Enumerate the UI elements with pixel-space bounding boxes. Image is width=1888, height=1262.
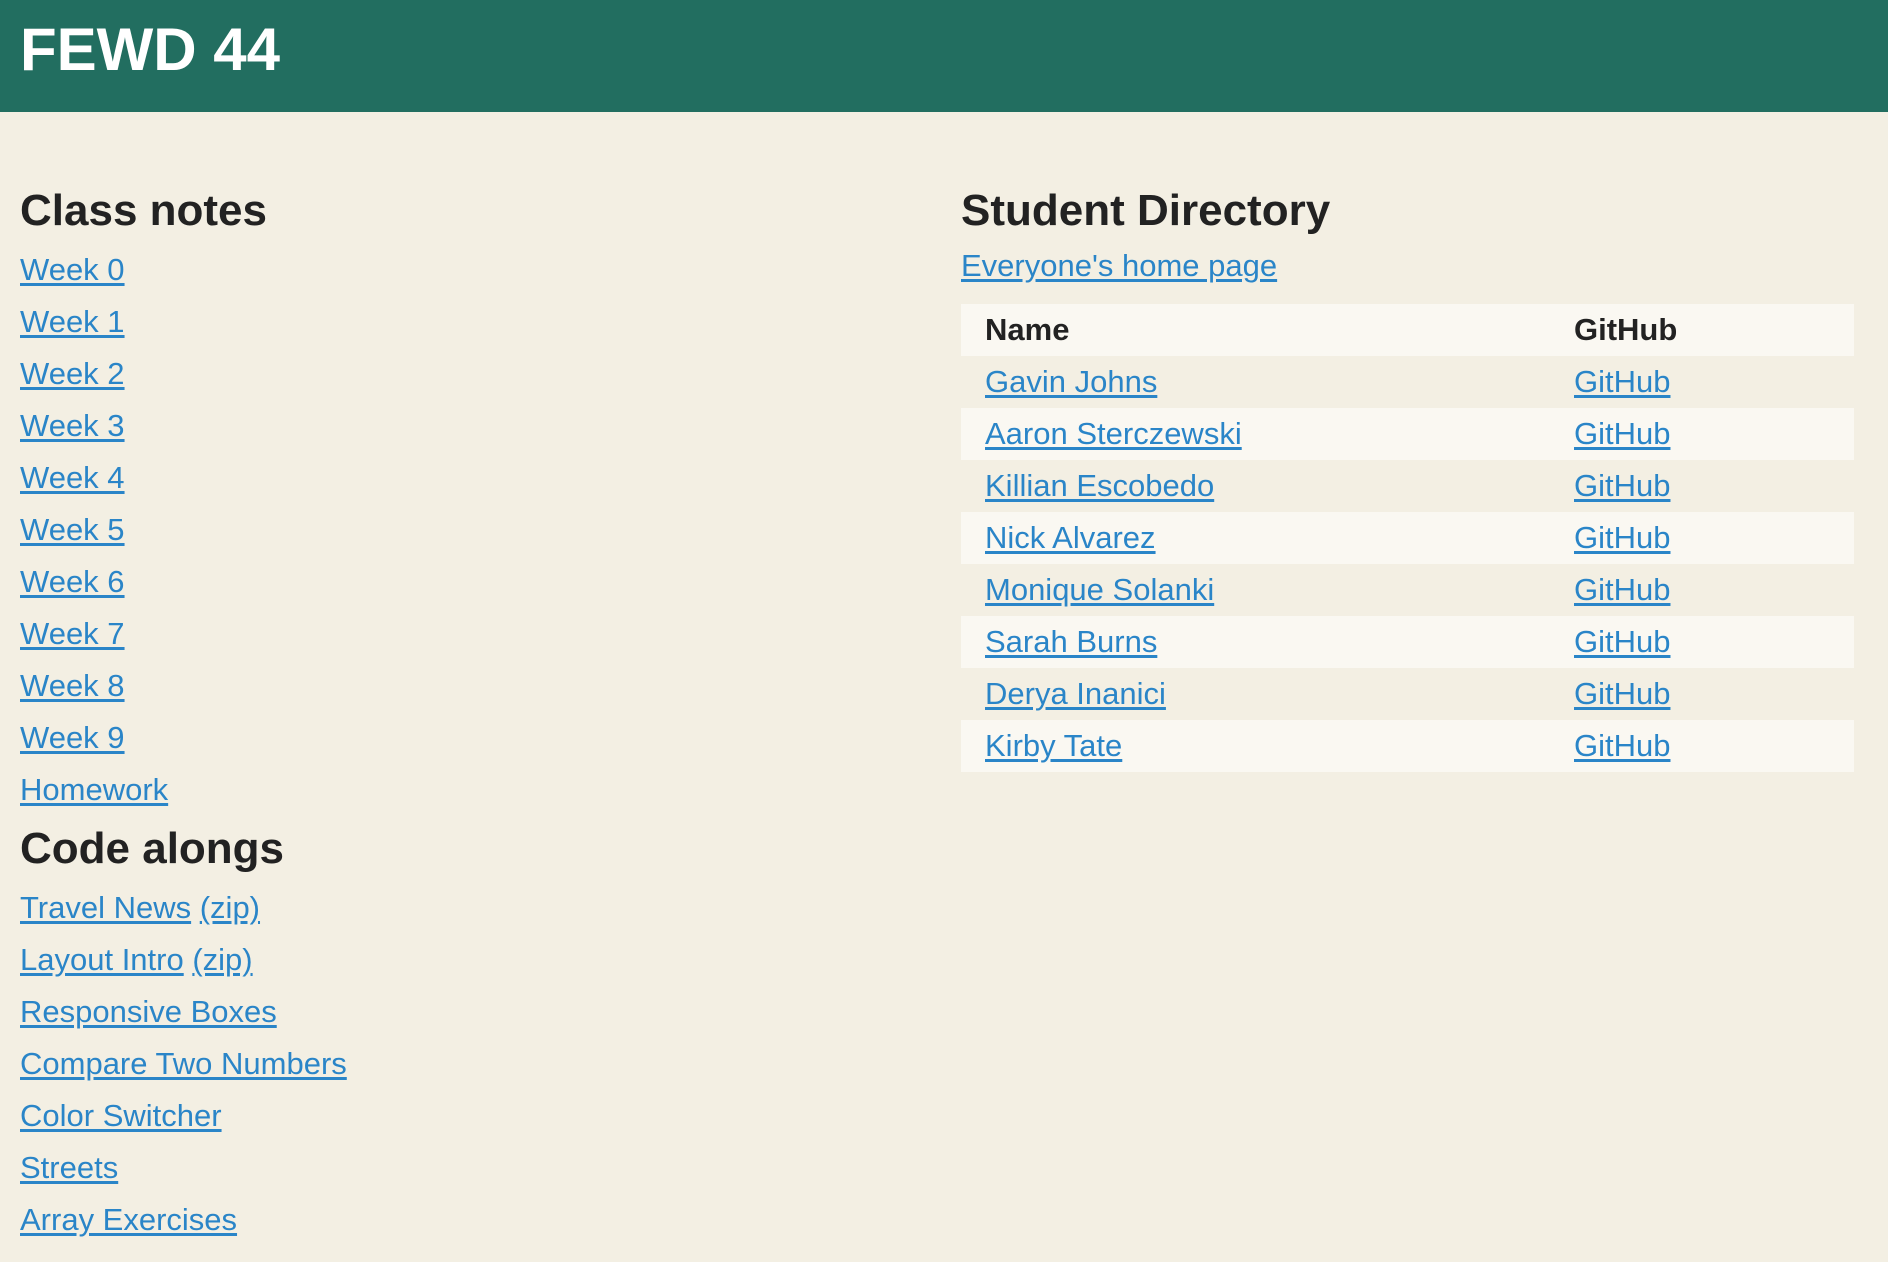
week-9-link[interactable]: Week 9 [20, 720, 125, 755]
student-name-cell: Monique Solanki [961, 564, 1550, 616]
student-name-link[interactable]: Aaron Sterczewski [985, 416, 1242, 451]
student-name-link[interactable]: Sarah Burns [985, 624, 1157, 659]
list-item: Week 7 [20, 608, 920, 660]
github-link[interactable]: GitHub [1574, 572, 1670, 607]
student-name-cell: Gavin Johns [961, 356, 1550, 408]
student-name-cell: Kirby Tate [961, 720, 1550, 772]
table-row: Monique Solanki GitHub [961, 564, 1854, 616]
color-switcher-link[interactable]: Color Switcher [20, 1098, 222, 1133]
list-item: Compare Two Numbers [20, 1038, 920, 1090]
column-header-github: GitHub [1550, 304, 1854, 356]
list-item: Week 0 [20, 244, 920, 296]
streets-link[interactable]: Streets [20, 1150, 118, 1185]
student-name-cell: Aaron Sterczewski [961, 408, 1550, 460]
student-name-link[interactable]: Monique Solanki [985, 572, 1214, 607]
code-alongs-heading: Code alongs [20, 824, 285, 873]
student-name-link[interactable]: Derya Inanici [985, 676, 1166, 711]
travel-news-link[interactable]: Travel News [20, 890, 191, 925]
list-item: Streets [20, 1142, 920, 1194]
table-row: Derya Inanici GitHub [961, 668, 1854, 720]
student-name-cell: Sarah Burns [961, 616, 1550, 668]
github-cell: GitHub [1550, 408, 1854, 460]
github-cell: GitHub [1550, 356, 1854, 408]
list-item: Color Switcher [20, 1090, 920, 1142]
table-row: Gavin Johns GitHub [961, 356, 1854, 408]
week-3-link[interactable]: Week 3 [20, 408, 125, 443]
list-item: Week 1 [20, 296, 920, 348]
list-item: Week 2 [20, 348, 920, 400]
github-link[interactable]: GitHub [1574, 468, 1670, 503]
array-exercises-link[interactable]: Array Exercises [20, 1202, 237, 1237]
github-cell: GitHub [1550, 720, 1854, 772]
list-item: Array Exercises [20, 1194, 920, 1246]
github-link[interactable]: GitHub [1574, 416, 1670, 451]
student-name-cell: Killian Escobedo [961, 460, 1550, 512]
everyone-home-page-link[interactable]: Everyone's home page [961, 244, 1856, 288]
left-column: Class notes Week 0 Week 1 Week 2 Week 3 … [20, 178, 920, 1246]
table-row: Sarah Burns GitHub [961, 616, 1854, 668]
student-name-link[interactable]: Kirby Tate [985, 728, 1122, 763]
github-link[interactable]: GitHub [1574, 676, 1670, 711]
github-cell: GitHub [1550, 616, 1854, 668]
student-name-cell: Nick Alvarez [961, 512, 1550, 564]
table-row: Killian Escobedo GitHub [961, 460, 1854, 512]
github-link[interactable]: GitHub [1574, 624, 1670, 659]
column-header-name: Name [961, 304, 1550, 356]
class-notes-list: Week 0 Week 1 Week 2 Week 3 Week 4 Week … [20, 244, 920, 816]
github-cell: GitHub [1550, 460, 1854, 512]
list-item: Layout Intro (zip) [20, 934, 920, 986]
list-item: Travel News (zip) [20, 882, 920, 934]
week-0-link[interactable]: Week 0 [20, 252, 125, 287]
week-8-link[interactable]: Week 8 [20, 668, 125, 703]
github-cell: GitHub [1550, 564, 1854, 616]
student-directory-table: Name GitHub Gavin Johns GitHub Aaron Ste… [961, 304, 1854, 772]
list-item: Week 6 [20, 556, 920, 608]
student-name-link[interactable]: Nick Alvarez [985, 520, 1156, 555]
code-alongs-list: Travel News (zip) Layout Intro (zip) Res… [20, 882, 920, 1246]
github-link[interactable]: GitHub [1574, 520, 1670, 555]
site-title: FEWD 44 [20, 16, 281, 83]
week-6-link[interactable]: Week 6 [20, 564, 125, 599]
week-2-link[interactable]: Week 2 [20, 356, 125, 391]
table-row: Nick Alvarez GitHub [961, 512, 1854, 564]
list-item: Homework [20, 764, 920, 816]
week-4-link[interactable]: Week 4 [20, 460, 125, 495]
compare-two-numbers-link[interactable]: Compare Two Numbers [20, 1046, 347, 1081]
table-row: Aaron Sterczewski GitHub [961, 408, 1854, 460]
layout-intro-zip-link[interactable]: (zip) [192, 942, 252, 977]
list-item: Responsive Boxes [20, 986, 920, 1038]
github-link[interactable]: GitHub [1574, 364, 1670, 399]
student-name-link[interactable]: Killian Escobedo [985, 468, 1214, 503]
student-name-cell: Derya Inanici [961, 668, 1550, 720]
week-5-link[interactable]: Week 5 [20, 512, 125, 547]
right-column: Student Directory Everyone's home page N… [961, 178, 1856, 772]
homework-link[interactable]: Homework [20, 772, 168, 807]
github-cell: GitHub [1550, 668, 1854, 720]
week-7-link[interactable]: Week 7 [20, 616, 125, 651]
list-item: Week 9 [20, 712, 920, 764]
list-item: Week 5 [20, 504, 920, 556]
site-header: FEWD 44 [0, 0, 1888, 112]
student-name-link[interactable]: Gavin Johns [985, 364, 1157, 399]
list-item: Week 3 [20, 400, 920, 452]
layout-intro-link[interactable]: Layout Intro [20, 942, 184, 977]
class-notes-heading: Class notes [20, 186, 267, 235]
student-directory-heading: Student Directory [961, 186, 1331, 235]
github-cell: GitHub [1550, 512, 1854, 564]
github-link[interactable]: GitHub [1574, 728, 1670, 763]
week-1-link[interactable]: Week 1 [20, 304, 125, 339]
list-item: Week 8 [20, 660, 920, 712]
responsive-boxes-link[interactable]: Responsive Boxes [20, 994, 277, 1029]
list-item: Week 4 [20, 452, 920, 504]
travel-news-zip-link[interactable]: (zip) [200, 890, 260, 925]
table-row: Kirby Tate GitHub [961, 720, 1854, 772]
table-header-row: Name GitHub [961, 304, 1854, 356]
